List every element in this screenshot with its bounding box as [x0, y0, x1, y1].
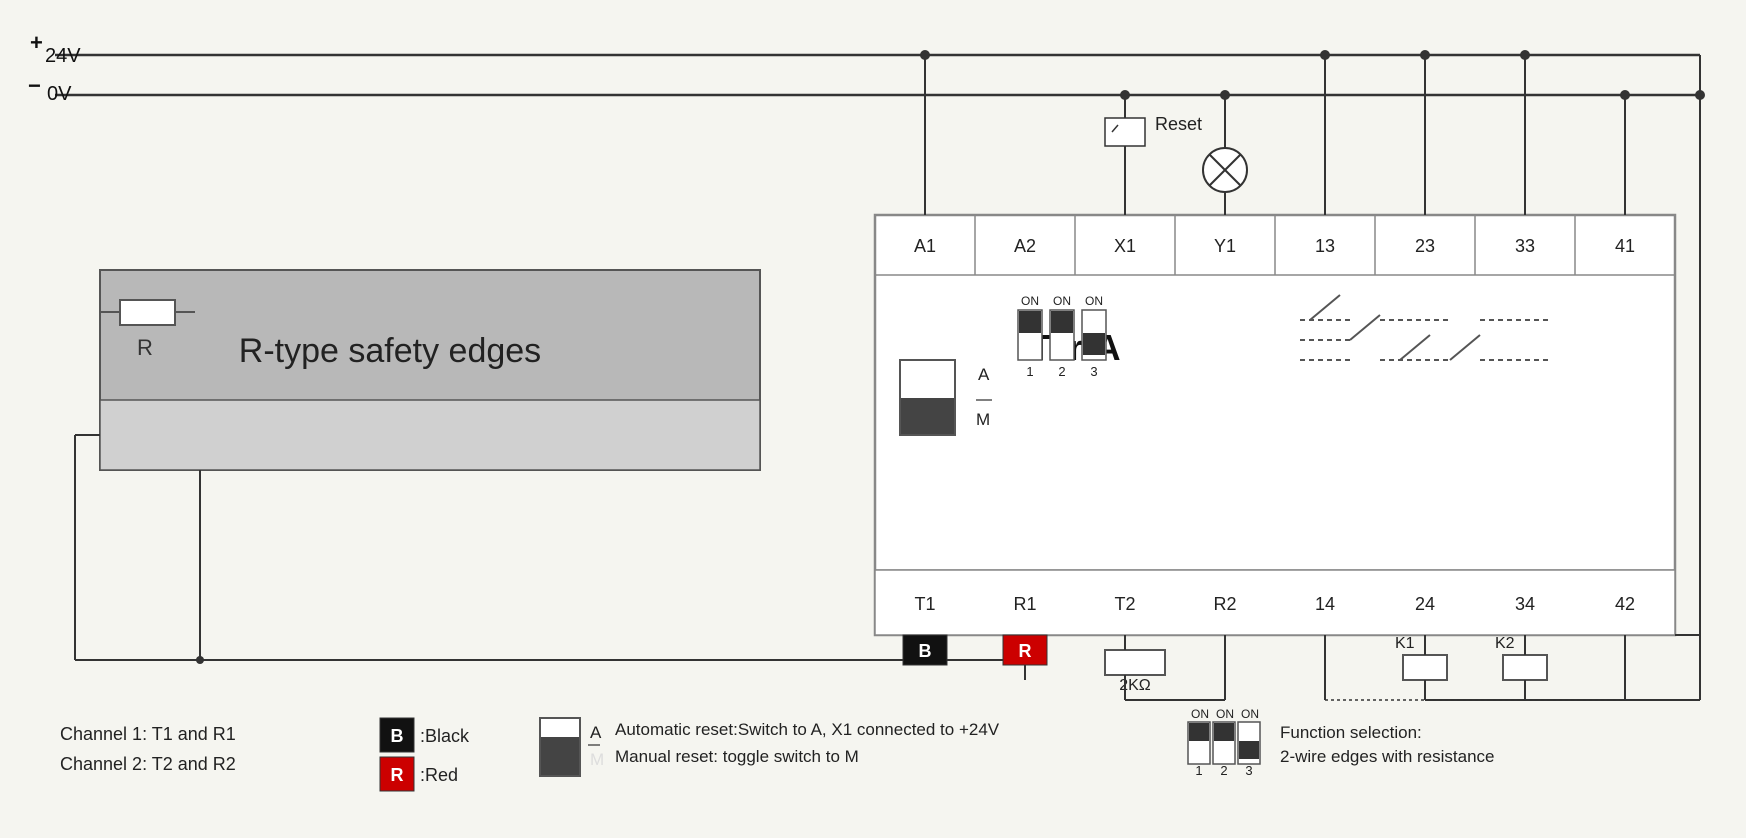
r-terminal-label: R	[1019, 641, 1032, 661]
m-legend-label: M	[590, 750, 604, 769]
func-select-desc: 2-wire edges with resistance	[1280, 747, 1494, 766]
terminal-42: 42	[1615, 594, 1635, 614]
auto-reset-desc: Automatic reset:Switch to A, X1 connecte…	[615, 720, 1000, 739]
terminal-41: 41	[1615, 236, 1635, 256]
terminal-34: 34	[1515, 594, 1535, 614]
terminal-14: 14	[1315, 594, 1335, 614]
k1-label: K1	[1395, 635, 1415, 652]
plus-24v-value: 24V	[45, 45, 81, 67]
func-select-title: Function selection:	[1280, 723, 1422, 742]
plus-24v-label: +	[30, 30, 43, 55]
channel2-label: Channel 2: T2 and R2	[60, 754, 236, 774]
terminal-T1: T1	[914, 594, 935, 614]
sw1-label: 1	[1026, 364, 1033, 379]
wiring-diagram: + 24V − 0V A1 A2 X1 Y1 13 23 33 41 T1 R1…	[0, 0, 1746, 838]
tera-label: Ter-A	[1029, 327, 1120, 368]
terminal-Y1: Y1	[1214, 236, 1236, 256]
a-legend-label: A	[590, 723, 602, 742]
minus-0v-value: 0V	[47, 83, 72, 105]
terminal-A1: A1	[914, 236, 936, 256]
terminal-R1: R1	[1013, 594, 1036, 614]
diagram-container: + 24V − 0V A1 A2 X1 Y1 13 23 33 41 T1 R1…	[0, 0, 1746, 838]
terminal-T2: T2	[1114, 594, 1135, 614]
terminal-33: 33	[1515, 236, 1535, 256]
sw2-label: 2	[1058, 364, 1065, 379]
r-legend-icon: R	[391, 765, 404, 785]
terminal-24: 24	[1415, 594, 1435, 614]
sw1-legend: 1	[1195, 763, 1202, 778]
minus-0v-symbol: −	[28, 73, 41, 98]
sw3-label: 3	[1090, 364, 1097, 379]
channel1-label: Channel 1: T1 and R1	[60, 724, 236, 744]
terminal-23: 23	[1415, 236, 1435, 256]
on1-legend: ON	[1191, 707, 1209, 721]
on1-label: ON	[1021, 294, 1039, 308]
a-label: A	[978, 365, 990, 384]
terminal-A2: A2	[1014, 236, 1036, 256]
r-legend-text: :Red	[420, 765, 458, 785]
b-legend-text: :Black	[420, 726, 470, 746]
r-symbol: R	[137, 335, 153, 360]
m-label: M	[976, 410, 990, 429]
safety-edges-label: R-type safety edges	[239, 332, 541, 370]
terminal-R2: R2	[1213, 594, 1236, 614]
b-legend-icon: B	[391, 726, 404, 746]
on3-legend: ON	[1241, 707, 1259, 721]
on2-legend: ON	[1216, 707, 1234, 721]
terminal-X1: X1	[1114, 236, 1136, 256]
manual-reset-desc: Manual reset: toggle switch to M	[615, 747, 859, 766]
on2-label: ON	[1053, 294, 1071, 308]
reset-label: Reset	[1155, 114, 1202, 134]
on3-label: ON	[1085, 294, 1103, 308]
k2-label: K2	[1495, 635, 1515, 652]
resistor-2k-label: 2KΩ	[1119, 677, 1151, 694]
sw3-legend: 3	[1245, 763, 1252, 778]
b-terminal-label: B	[919, 641, 932, 661]
sw2-legend: 2	[1220, 763, 1227, 778]
terminal-13: 13	[1315, 236, 1335, 256]
